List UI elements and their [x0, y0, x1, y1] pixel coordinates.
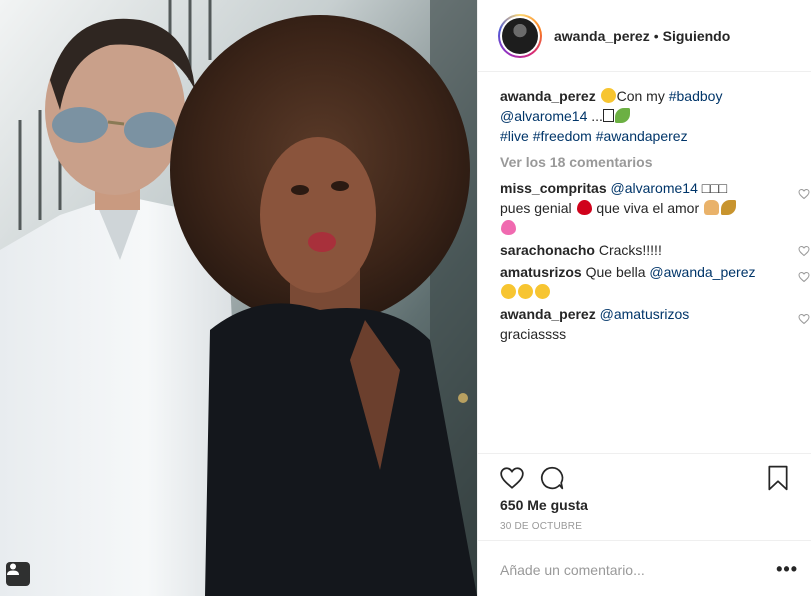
more-options-button[interactable]: •••	[776, 559, 798, 580]
kiss-emoji-icon	[535, 284, 550, 299]
heart-eyes-emoji-icon	[501, 284, 516, 299]
caption-text: Con my	[616, 88, 669, 104]
comment-item: awanda_perez @amatusrizos graciassss	[500, 304, 810, 344]
praying-hands-emoji-icon	[704, 200, 720, 215]
comment-mention[interactable]: @amatusrizos	[600, 306, 690, 322]
comment-text: graciassss	[500, 326, 567, 342]
caption-mention[interactable]: @alvarome14	[500, 108, 587, 124]
comments-section: awanda_perez Con my #badboy @alvarome14 …	[500, 86, 810, 346]
user-tag-icon[interactable]	[6, 562, 30, 586]
likes-count[interactable]: 650 Me gusta	[500, 497, 588, 513]
comment-item: miss_compritas @alvarome14 □□□ pues geni…	[500, 178, 810, 238]
small-heart-icon[interactable]	[798, 188, 810, 200]
comment-mention[interactable]: @alvarome14	[611, 180, 698, 196]
post-header: awanda_perez • Siguiendo	[478, 0, 811, 72]
post-side-panel: awanda_perez • Siguiendo awanda_perez Co…	[477, 0, 811, 596]
comment-bubble-icon[interactable]	[539, 465, 565, 491]
comment-username[interactable]: miss_compritas	[500, 180, 607, 196]
comment-text: □□□	[701, 180, 728, 196]
header-separator: •	[653, 27, 659, 44]
leaf-emoji-icon	[614, 108, 630, 123]
small-heart-icon[interactable]	[798, 245, 810, 257]
comment-text: que viva el amor	[596, 200, 700, 216]
view-all-comments-link[interactable]: Ver los 18 comentarios	[500, 152, 800, 172]
story-ring[interactable]	[498, 13, 542, 58]
comment-text: Cracks!!!!!	[598, 242, 662, 258]
caption-text-2: ...	[587, 108, 603, 124]
caption-username[interactable]: awanda_perez	[500, 88, 596, 104]
caption: awanda_perez Con my #badboy @alvarome14 …	[500, 86, 800, 146]
post-date: 30 DE OCTUBRE	[500, 521, 583, 532]
comment-username[interactable]: amatusrizos	[500, 264, 582, 280]
following-button[interactable]: Siguiendo	[663, 28, 731, 44]
leaf-emoji-icon	[721, 200, 737, 215]
add-comment-bar: •••	[478, 540, 811, 596]
comment-username[interactable]: sarachonacho	[500, 242, 595, 258]
action-bar	[499, 462, 799, 492]
comment-text: Que bella	[585, 264, 646, 280]
small-heart-icon[interactable]	[798, 313, 810, 325]
caption-hashtag-awandaperez[interactable]: #awandaperez	[596, 128, 688, 144]
post-photo[interactable]	[0, 0, 477, 596]
comment-username[interactable]: awanda_perez	[500, 306, 596, 322]
avatar	[502, 17, 538, 54]
caption-hashtag-live[interactable]: #live	[500, 128, 529, 144]
grin-emoji-icon	[600, 88, 616, 103]
kiss-emoji-icon	[518, 284, 533, 299]
comment-item: amatusrizos Que bella @awanda_perez	[500, 262, 810, 302]
comment-item: sarachonacho Cracks!!!!!	[500, 240, 810, 260]
photo-illustration	[0, 0, 477, 596]
caption-hashtag-badboy[interactable]: #badboy	[669, 88, 723, 104]
comment-text: pues genial	[500, 200, 572, 216]
bookmark-icon[interactable]	[767, 465, 789, 491]
header-username[interactable]: awanda_perez	[554, 28, 650, 44]
add-comment-input[interactable]	[498, 555, 752, 585]
caption-hashtag-freedom[interactable]: #freedom	[533, 128, 592, 144]
comment-mention[interactable]: @awanda_perez	[649, 264, 755, 280]
missing-glyph-icon	[602, 109, 614, 122]
heart-icon[interactable]	[499, 465, 525, 491]
red-heart-emoji-icon	[576, 200, 592, 215]
sparkling-heart-emoji-icon	[501, 220, 516, 235]
small-heart-icon[interactable]	[798, 271, 810, 283]
